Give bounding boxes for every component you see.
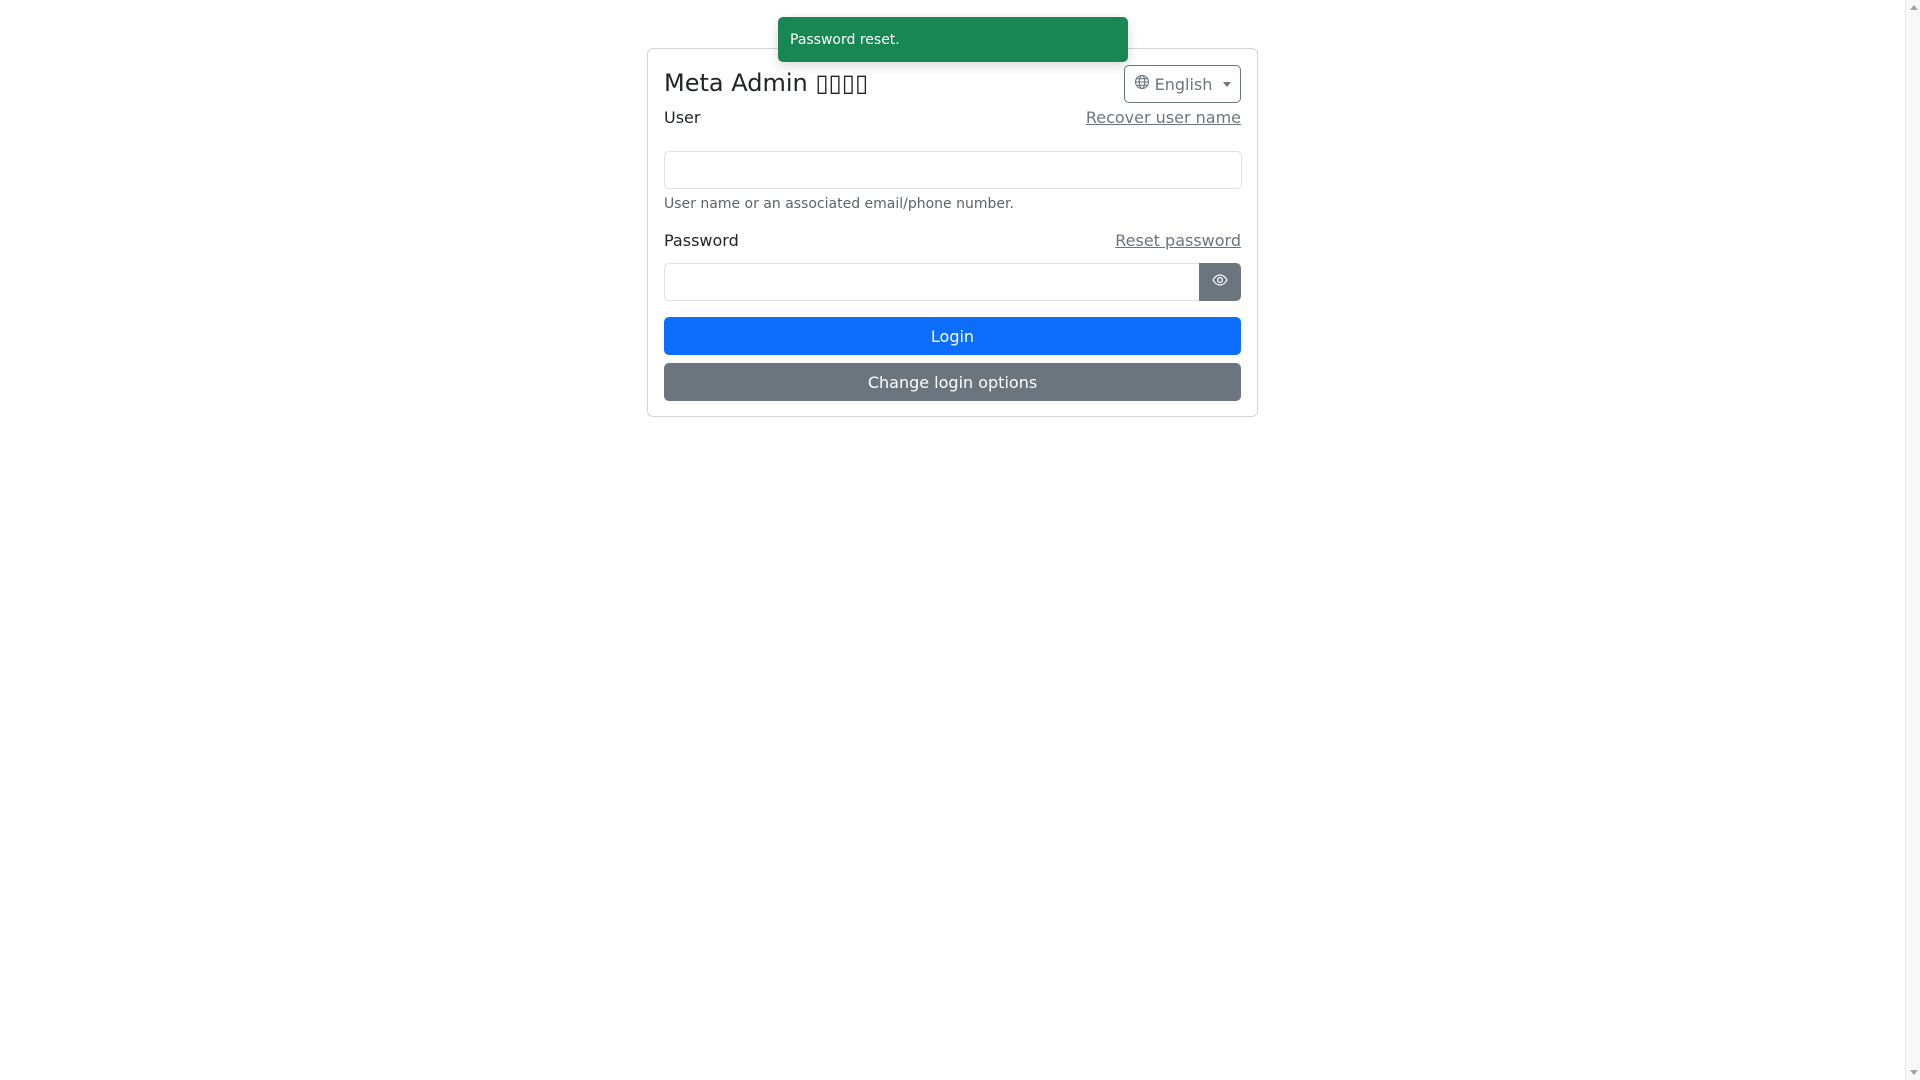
page-title: Meta Admin ▯▯▯▯: [664, 69, 869, 97]
login-button[interactable]: Login: [664, 317, 1241, 355]
show-password-button[interactable]: [1199, 263, 1241, 301]
recover-user-name-link[interactable]: Recover user name: [1086, 108, 1241, 127]
user-label: User: [664, 108, 701, 127]
toast-message: Password reset.: [790, 31, 900, 48]
password-input[interactable]: [664, 263, 1201, 301]
user-input[interactable]: [664, 151, 1242, 189]
login-card: Meta Admin ▯▯▯▯ English User Recover use…: [647, 48, 1258, 417]
change-login-options-button[interactable]: Change login options: [664, 363, 1241, 401]
vertical-scrollbar[interactable]: [1905, 0, 1920, 1080]
reset-password-link[interactable]: Reset password: [1115, 231, 1241, 250]
globe-icon: [1134, 74, 1150, 94]
scroll-up-icon[interactable]: [1910, 5, 1918, 10]
success-toast: Password reset.: [778, 17, 1128, 62]
password-label: Password: [664, 231, 739, 250]
user-help-text: User name or an associated email/phone n…: [664, 196, 1014, 212]
language-label: English: [1154, 74, 1213, 94]
language-dropdown-button[interactable]: English: [1124, 65, 1241, 103]
caret-down-icon: [1223, 81, 1232, 87]
login-page: Meta Admin ▯▯▯▯ English User Recover use…: [0, 0, 1920, 1080]
eye-icon: [1212, 272, 1228, 292]
scroll-down-icon[interactable]: [1910, 1070, 1918, 1075]
card-header: Meta Admin ▯▯▯▯ English: [664, 65, 1241, 103]
